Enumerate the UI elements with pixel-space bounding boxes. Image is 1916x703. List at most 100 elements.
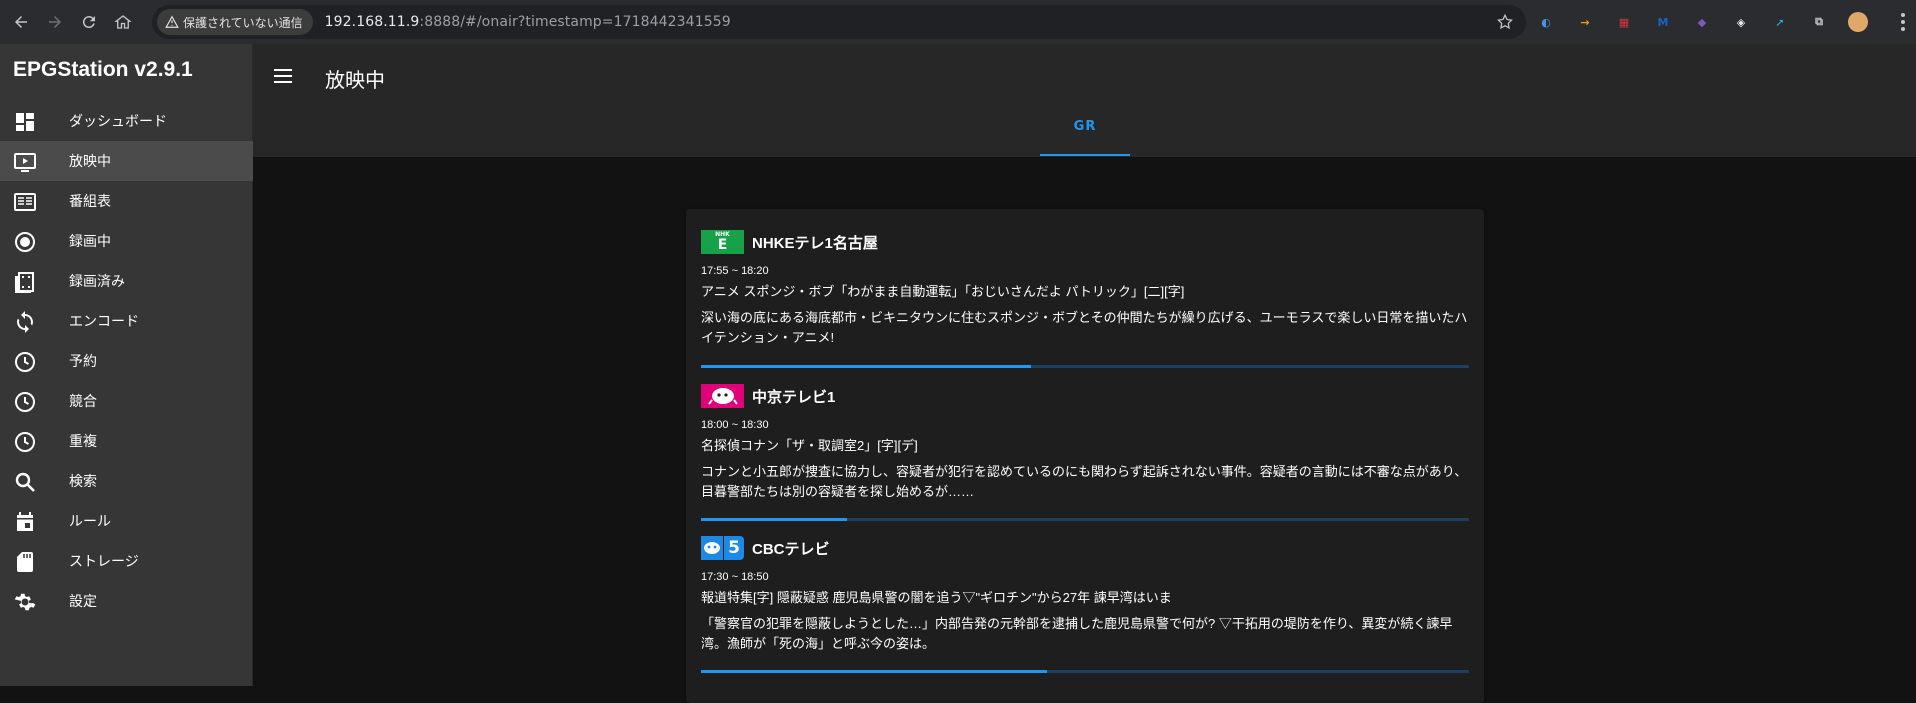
extensions-puzzle-icon[interactable]: ⧉ <box>1809 12 1829 32</box>
url-text[interactable]: 192.168.11.9:8888/#/onair?timestamp=1718… <box>325 14 731 30</box>
ext-m-icon[interactable]: M <box>1653 12 1673 32</box>
sidebar-item-label: 録画中 <box>69 233 111 249</box>
sidebar-item-label: 重複 <box>69 433 97 449</box>
sidebar-item-label: エンコード <box>69 313 139 329</box>
clock-icon <box>13 430 37 454</box>
page-title: 放映中 <box>325 70 385 92</box>
sidebar-item-8[interactable]: 重複 <box>0 421 253 461</box>
extensions-bar: ◐ → ▦ M ◆ ◈ ➚ ⧉ <box>1536 0 1913 44</box>
program-progress-bar <box>701 365 1469 368</box>
ext-amazon-icon[interactable]: → <box>1575 12 1595 32</box>
program-progress-fill <box>701 670 1047 673</box>
program-title: アニメ スポンジ・ボブ「わがまま自動運転」「おじいさんだよ パトリック」[二][… <box>701 284 1185 299</box>
program-progress-bar <box>701 518 1469 521</box>
sidebar-item-label: 放映中 <box>69 153 111 169</box>
program-description: コナンと小五郎が捜査に協力し、容疑者が犯行を認めているのにも関わらず起訴されない… <box>701 464 1468 499</box>
sidebar-item-6[interactable]: 予約 <box>0 341 253 381</box>
gear-icon <box>13 590 37 614</box>
program-progress-fill <box>701 365 1032 368</box>
channel-logo-main: 5 <box>724 536 744 560</box>
sidebar-item-label: 競合 <box>69 393 97 409</box>
channel-name: NHKEテレ1名古屋 <box>752 234 878 252</box>
sidebar-nav: ダッシュボード 放映中番組表録画中録画済みエンコード予約競合重複検索ルールストレー… <box>0 101 253 621</box>
browser-toolbar: 保護されていない通信 192.168.11.9:8888/#/onair?tim… <box>0 0 1916 44</box>
sidebar-item-10[interactable]: ルール <box>0 501 253 541</box>
on-air-card: NHK E NHKEテレ1名古屋 17:55 ~ 18:20 アニメ スポンジ・ボブ「わ… <box>686 209 1484 703</box>
channel-logo: NHK E <box>701 230 744 254</box>
channel-row: 中京テレビ1 <box>701 383 1469 409</box>
sidebar-item-label: 検索 <box>69 473 97 489</box>
reload-icon[interactable] <box>74 7 104 37</box>
search-icon <box>13 470 37 494</box>
clock-icon <box>13 390 37 414</box>
sidebar-item-label: 録画済み <box>69 273 125 289</box>
back-icon[interactable] <box>6 7 36 37</box>
browser-menu-icon[interactable] <box>1893 13 1913 31</box>
channel-logo <box>701 384 744 408</box>
sidebar-item-label: 番組表 <box>69 193 111 209</box>
sidebar-item-0[interactable]: ダッシュボード <box>0 101 253 141</box>
dashboard-icon <box>13 110 37 134</box>
sidebar-item-label: ルール <box>69 513 111 529</box>
sidebar-item-2[interactable]: 番組表 <box>0 181 253 221</box>
sidebar-item-12[interactable]: 設定 <box>0 581 253 621</box>
ext-globe-icon[interactable]: ◐ <box>1536 12 1556 32</box>
main-content: NHK E NHKEテレ1名古屋 17:55 ~ 18:20 アニメ スポンジ・ボブ「わ… <box>253 157 1916 703</box>
program-progress-fill <box>701 518 847 521</box>
sidebar-item-1[interactable]: 放映中 <box>0 141 253 181</box>
sidebar-item-3[interactable]: 録画中 <box>0 221 253 261</box>
sidebar-item-7[interactable]: 競合 <box>0 381 253 421</box>
sidebar-item-label: 予約 <box>69 353 97 369</box>
program-item[interactable]: 5 CBCテレビ 17:30 ~ 18:50 報道特集[字] 隠蔽疑惑 鹿児島県警の闇… <box>701 535 1469 654</box>
clock-icon <box>13 350 37 374</box>
hamburger-menu-icon[interactable] <box>271 64 295 88</box>
address-bar[interactable]: 保護されていない通信 192.168.11.9:8888/#/onair?tim… <box>152 5 1526 39</box>
program-description: 「警察官の犯罪を隠蔽しようとした…」内部告発の元幹部を逮捕した鹿児島県警で何が?… <box>701 616 1453 651</box>
channel-logo: 5 <box>701 536 744 560</box>
sync-icon <box>13 310 37 334</box>
program-guide-icon <box>13 190 37 214</box>
channel-logo-main: E <box>717 237 728 253</box>
sidebar-item-label: 設定 <box>69 593 97 609</box>
program-item[interactable]: 中京テレビ1 18:00 ~ 18:30 名探偵コナン「ザ・取調室2」[字][デ] コ… <box>701 383 1469 502</box>
bookmark-star-icon[interactable] <box>1496 13 1514 31</box>
sidebar-item-4[interactable]: 録画済み <box>0 261 253 301</box>
tab-gr[interactable]: GR <box>1040 118 1130 158</box>
program-title: 名探偵コナン「ザ・取調室2」[字][デ] <box>701 438 918 453</box>
warning-icon <box>165 15 179 28</box>
program-title: 報道特集[字] 隠蔽疑惑 鹿児島県警の闇を追う▽"ギロチン"から27年 諫早湾は… <box>701 590 1172 605</box>
sidebar-item-9[interactable]: 検索 <box>0 461 253 501</box>
ext-red-icon[interactable]: ▦ <box>1614 12 1634 32</box>
program-description: 深い海の底にある海底都市・ビキニタウンに住むスポンジ・ボブとその仲間たちが繰り広… <box>701 310 1468 345</box>
ext-cube-icon[interactable]: ◈ <box>1731 12 1751 32</box>
sidebar: EPGStation v2.9.1 ダッシュボード 放映中番組表録画中録画済みエン… <box>0 44 253 686</box>
record-icon <box>13 230 37 254</box>
sidebar-item-label: ストレージ <box>69 553 139 569</box>
security-chip[interactable]: 保護されていない通信 <box>157 9 313 35</box>
app-title: EPGStation v2.9.1 <box>13 58 193 81</box>
program-item[interactable]: NHK E NHKEテレ1名古屋 17:55 ~ 18:20 アニメ スポンジ・ボブ「わ… <box>701 229 1469 348</box>
forward-icon[interactable] <box>40 7 70 37</box>
program-progress-bar <box>701 670 1469 673</box>
film-icon <box>13 270 37 294</box>
channel-row: 5 CBCテレビ <box>701 535 1469 561</box>
program-time: 18:00 ~ 18:30 <box>701 419 769 431</box>
calendar-icon <box>13 510 37 534</box>
profile-avatar[interactable] <box>1848 12 1868 32</box>
ext-arrow-icon[interactable]: ➚ <box>1770 12 1790 32</box>
epgstation-app: EPGStation v2.9.1 ダッシュボード 放映中 番組表 録画中 録画済み エン… <box>0 44 1916 703</box>
url-host: 192.168.11.9 <box>324 14 420 30</box>
program-time: 17:55 ~ 18:20 <box>701 265 769 277</box>
channel-row: NHK E NHKEテレ1名古屋 <box>701 229 1469 255</box>
sd-card-icon <box>13 550 37 574</box>
home-icon[interactable] <box>108 7 138 37</box>
ext-purple-icon[interactable]: ◆ <box>1692 12 1712 32</box>
security-label: 保護されていない通信 <box>183 15 303 30</box>
program-time: 17:30 ~ 18:50 <box>701 571 769 583</box>
sidebar-item-11[interactable]: ストレージ <box>0 541 253 581</box>
sidebar-item-label: ダッシュボード <box>69 113 167 129</box>
url-path: :8888/#/onair?timestamp=1718442341559 <box>419 14 731 30</box>
channel-name: 中京テレビ1 <box>752 388 836 406</box>
sidebar-item-5[interactable]: エンコード <box>0 301 253 341</box>
tab-active-indicator <box>1040 154 1130 156</box>
